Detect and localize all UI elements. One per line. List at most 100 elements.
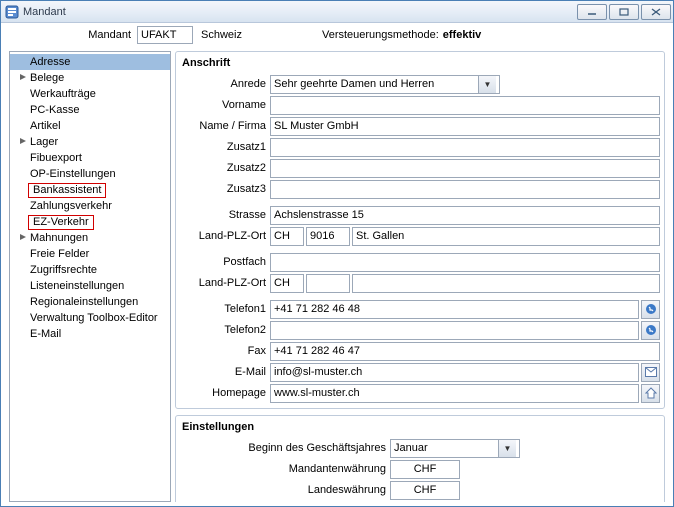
mw-value[interactable] [390, 460, 460, 479]
phone-icon[interactable] [641, 321, 660, 340]
land2-input[interactable] [270, 274, 304, 293]
mail-icon[interactable] [641, 363, 660, 382]
sidebar-item-label: Zugriffsrechte [28, 264, 97, 276]
anrede-combo[interactable]: Sehr geehrte Damen und Herren ▼ [270, 75, 500, 94]
expand-icon [18, 72, 28, 84]
gj-value: Januar [394, 442, 498, 454]
sidebar-item-label: Artikel [28, 120, 61, 132]
name-input[interactable] [270, 117, 660, 136]
postfach-label: Postfach [180, 256, 270, 268]
email-input[interactable] [270, 363, 639, 382]
gj-combo[interactable]: Januar ▼ [390, 439, 520, 458]
chevron-down-icon[interactable]: ▼ [498, 440, 516, 457]
sidebar-item[interactable]: Lager [10, 134, 170, 150]
fax-input[interactable] [270, 342, 660, 361]
sidebar-item[interactable]: Adresse [10, 54, 170, 70]
window-title: Mandant [23, 6, 575, 18]
sidebar-item-label: Regionaleinstellungen [28, 296, 138, 308]
sidebar-item-label: Werkaufträge [28, 88, 96, 100]
vorname-label: Vorname [180, 99, 270, 111]
land-input[interactable] [270, 227, 304, 246]
top-row: Mandant Schweiz Versteuerungsmethode: ef… [1, 23, 673, 47]
mandant-input[interactable] [137, 26, 193, 44]
strasse-input[interactable] [270, 206, 660, 225]
app-icon [5, 5, 19, 19]
sidebar-item-label: Zahlungsverkehr [28, 200, 112, 212]
sidebar-item[interactable]: E-Mail [10, 326, 170, 342]
ort-input[interactable] [352, 227, 660, 246]
zusatz2-input[interactable] [270, 159, 660, 178]
sidebar-item-label: E-Mail [28, 328, 61, 340]
sidebar-item[interactable]: PC-Kasse [10, 102, 170, 118]
vmethod-label: Versteuerungsmethode: [322, 29, 439, 41]
vmethod-value: effektiv [443, 29, 482, 41]
sidebar-item[interactable]: Bankassistent [10, 182, 170, 198]
fax-label: Fax [180, 345, 270, 357]
sidebar-item-label: Listeneinstellungen [28, 280, 124, 292]
ort2-input[interactable] [352, 274, 660, 293]
sidebar-item[interactable]: Freie Felder [10, 246, 170, 262]
homepage-label: Homepage [180, 387, 270, 399]
sidebar-item-label: Fibuexport [28, 152, 82, 164]
gj-label: Beginn des Geschäftsjahres [180, 442, 390, 454]
expand-icon [18, 232, 28, 244]
sidebar-item[interactable]: EZ-Verkehr [10, 214, 170, 230]
homepage-input[interactable] [270, 384, 639, 403]
anschrift-group: Anschrift Anrede Sehr geehrte Damen und … [175, 51, 665, 409]
mwst-input[interactable] [390, 502, 500, 503]
sidebar-item-label: Mahnungen [28, 232, 88, 244]
sidebar-item[interactable]: Mahnungen [10, 230, 170, 246]
expand-icon [18, 136, 28, 148]
sidebar-item[interactable]: Werkaufträge [10, 86, 170, 102]
sidebar-item-label: Lager [28, 136, 58, 148]
sidebar-item[interactable]: Listeneinstellungen [10, 278, 170, 294]
sidebar-item[interactable]: Zahlungsverkehr [10, 198, 170, 214]
postfach-input[interactable] [270, 253, 660, 272]
chevron-down-icon[interactable]: ▼ [478, 76, 496, 93]
sidebar-item-label: Bankassistent [28, 183, 106, 198]
zusatz1-label: Zusatz1 [180, 141, 270, 153]
sidebar-item[interactable]: OP-Einstellungen [10, 166, 170, 182]
vorname-input[interactable] [270, 96, 660, 115]
tel2-input[interactable] [270, 321, 639, 340]
email-label: E-Mail [180, 366, 270, 378]
mw-label: Mandantenwährung [180, 463, 390, 475]
sidebar-item[interactable]: Zugriffsrechte [10, 262, 170, 278]
sidebar-item-label: Verwaltung Toolbox-Editor [28, 312, 158, 324]
tel1-input[interactable] [270, 300, 639, 319]
anschrift-legend: Anschrift [180, 55, 660, 73]
lw-label: Landeswährung [180, 484, 390, 496]
main-panel: Anschrift Anrede Sehr geehrte Damen und … [175, 51, 665, 502]
plz-input[interactable] [306, 227, 350, 246]
strasse-label: Strasse [180, 209, 270, 221]
home-icon[interactable] [641, 384, 660, 403]
einstellungen-legend: Einstellungen [180, 419, 660, 437]
tel2-label: Telefon2 [180, 324, 270, 336]
titlebar: Mandant [1, 1, 673, 23]
minimize-button[interactable] [577, 4, 607, 20]
sidebar-item-label: EZ-Verkehr [28, 215, 94, 230]
sidebar-item[interactable]: Verwaltung Toolbox-Editor [10, 310, 170, 326]
close-button[interactable] [641, 4, 671, 20]
sidebar-item[interactable]: Artikel [10, 118, 170, 134]
sidebar-item-label: Belege [28, 72, 64, 84]
lw-value[interactable] [390, 481, 460, 500]
name-label: Name / Firma [180, 120, 270, 132]
tel1-label: Telefon1 [180, 303, 270, 315]
sidebar-item[interactable]: Fibuexport [10, 150, 170, 166]
phone-icon[interactable] [641, 300, 660, 319]
zusatz2-label: Zusatz2 [180, 162, 270, 174]
lpo-label: Land-PLZ-Ort [180, 230, 270, 242]
sidebar-item-label: Adresse [28, 56, 70, 68]
sidebar-item[interactable]: Belege [10, 70, 170, 86]
plz2-input[interactable] [306, 274, 350, 293]
maximize-button[interactable] [609, 4, 639, 20]
zusatz3-input[interactable] [270, 180, 660, 199]
einstellungen-group: Einstellungen Beginn des Geschäftsjahres… [175, 415, 665, 502]
zusatz1-input[interactable] [270, 138, 660, 157]
anrede-value: Sehr geehrte Damen und Herren [274, 78, 478, 90]
zusatz3-label: Zusatz3 [180, 183, 270, 195]
country-label: Schweiz [201, 29, 242, 41]
sidebar-item[interactable]: Regionaleinstellungen [10, 294, 170, 310]
mandant-label: Mandant [81, 29, 131, 41]
